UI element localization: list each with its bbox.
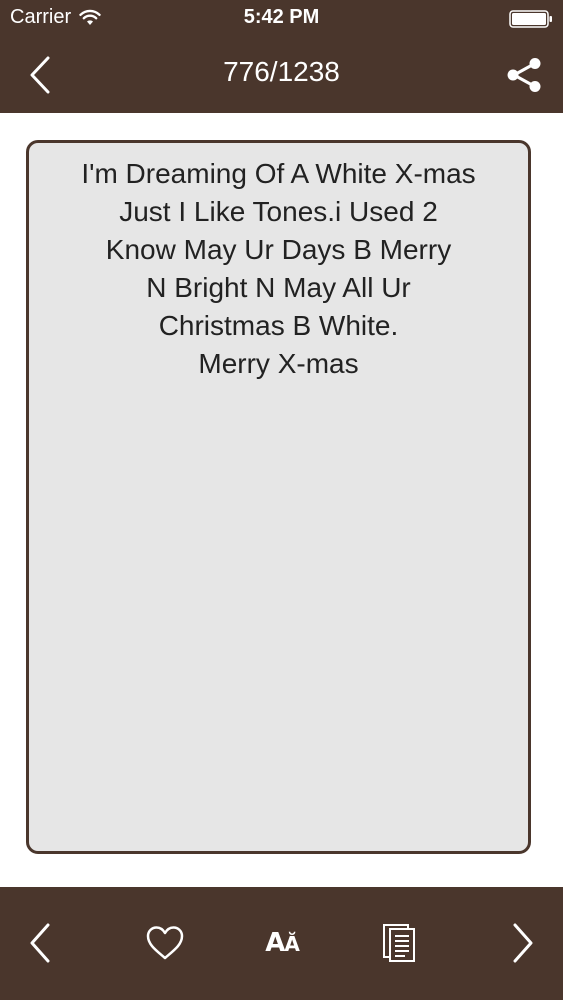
battery-icon xyxy=(509,10,552,28)
top-bar: Carrier 5:42 PM 776/1238 xyxy=(0,0,563,113)
status-time: 5:42 PM xyxy=(243,6,320,28)
favorite-button[interactable] xyxy=(140,917,190,969)
message-card: I'm Dreaming Of A White X-mas Just I Lik… xyxy=(26,140,531,854)
font-glyph-small: Ă xyxy=(284,932,300,956)
copy-button[interactable] xyxy=(374,917,424,969)
font-size-button[interactable]: AĂ xyxy=(257,917,307,969)
chevron-right-icon xyxy=(513,923,533,963)
status-bar: Carrier 5:42 PM xyxy=(0,0,563,38)
bottom-toolbar: AĂ xyxy=(0,887,563,1000)
next-button[interactable] xyxy=(498,917,548,969)
heart-icon xyxy=(146,926,184,960)
copy-icon xyxy=(383,924,415,962)
navigation-bar: 776/1238 xyxy=(0,38,563,113)
font-glyph-large: A xyxy=(265,928,285,958)
previous-button[interactable] xyxy=(15,917,65,969)
font-size-icon: AĂ xyxy=(265,928,300,958)
share-button[interactable] xyxy=(503,54,545,96)
page-counter: 776/1238 xyxy=(223,56,340,87)
app-screen: Carrier 5:42 PM 776/1238 I'm Dreaming Of… xyxy=(0,0,563,1000)
message-text: I'm Dreaming Of A White X-mas Just I Lik… xyxy=(81,158,476,379)
share-icon xyxy=(507,58,541,92)
chevron-left-icon xyxy=(30,923,50,963)
